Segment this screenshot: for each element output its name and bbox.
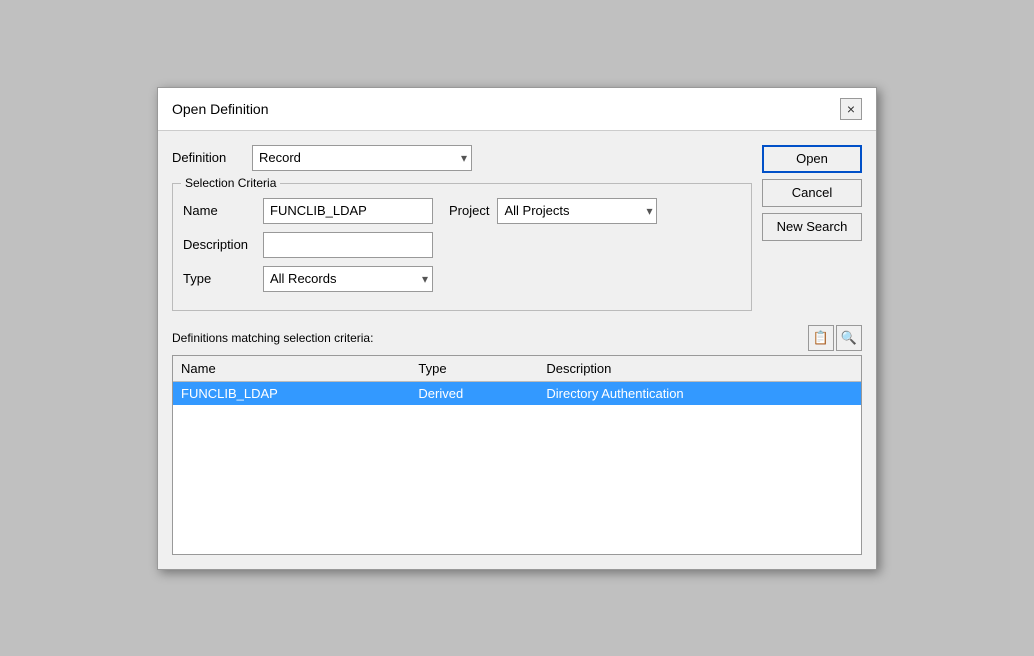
results-section: Definitions matching selection criteria:… — [172, 325, 862, 555]
type-label: Type — [183, 271, 263, 286]
criteria-inner: Name Project All Projects Project A — [183, 194, 741, 292]
list-icon: 📋 — [813, 330, 829, 346]
table-row[interactable]: FUNCLIB_LDAP Derived Directory Authentic… — [173, 381, 861, 405]
results-table-container: Name Type Description FUNCLIB_LDAP Deriv… — [172, 355, 862, 555]
header-row: Name Type Description — [173, 356, 861, 382]
description-input[interactable] — [263, 232, 433, 258]
row-type: Derived — [410, 381, 538, 405]
row-description: Directory Authentication — [538, 381, 861, 405]
type-select[interactable]: All Records Derived SQL — [263, 266, 433, 292]
project-select-wrapper: All Projects Project A — [497, 198, 657, 224]
description-row: Description — [183, 232, 741, 258]
definition-select[interactable]: Record Function Class — [252, 145, 472, 171]
selection-criteria-box: Selection Criteria Name Project All Proj… — [172, 183, 752, 311]
type-select-wrapper: All Records Derived SQL — [263, 266, 433, 292]
col-description: Description — [538, 356, 861, 382]
definition-row: Definition Record Function Class — [172, 145, 752, 171]
magnify-icon: 🔍 — [841, 330, 857, 346]
form-area: Definition Record Function Class Selecti… — [172, 145, 752, 321]
results-header: Definitions matching selection criteria:… — [172, 325, 862, 351]
list-view-button[interactable]: 📋 — [808, 325, 834, 351]
description-label: Description — [183, 237, 263, 252]
dialog-body: Definition Record Function Class Selecti… — [158, 131, 876, 569]
definition-select-wrapper: Record Function Class — [252, 145, 472, 171]
name-label: Name — [183, 203, 263, 218]
definition-label: Definition — [172, 150, 252, 165]
col-type: Type — [410, 356, 538, 382]
new-search-button[interactable]: New Search — [762, 213, 862, 241]
results-label: Definitions matching selection criteria: — [172, 331, 373, 345]
col-name: Name — [173, 356, 410, 382]
open-definition-dialog: Open Definition × Definition Record Func… — [157, 87, 877, 570]
type-row: Type All Records Derived SQL — [183, 266, 741, 292]
project-select[interactable]: All Projects Project A — [497, 198, 657, 224]
row-name: FUNCLIB_LDAP — [173, 381, 410, 405]
search-view-button[interactable]: 🔍 — [836, 325, 862, 351]
open-button[interactable]: Open — [762, 145, 862, 173]
name-project-row: Name Project All Projects Project A — [183, 198, 741, 224]
title-bar: Open Definition × — [158, 88, 876, 131]
dialog-title: Open Definition — [172, 101, 269, 117]
name-input[interactable] — [263, 198, 433, 224]
project-label: Project — [449, 203, 489, 218]
results-table: Name Type Description FUNCLIB_LDAP Deriv… — [173, 356, 861, 405]
cancel-button[interactable]: Cancel — [762, 179, 862, 207]
selection-criteria-legend: Selection Criteria — [181, 176, 280, 190]
close-button[interactable]: × — [840, 98, 862, 120]
results-table-body: FUNCLIB_LDAP Derived Directory Authentic… — [173, 381, 861, 405]
icon-buttons: 📋 🔍 — [808, 325, 862, 351]
buttons-area: Open Cancel New Search — [762, 145, 862, 241]
results-table-header: Name Type Description — [173, 356, 861, 382]
top-area: Definition Record Function Class Selecti… — [172, 145, 862, 321]
